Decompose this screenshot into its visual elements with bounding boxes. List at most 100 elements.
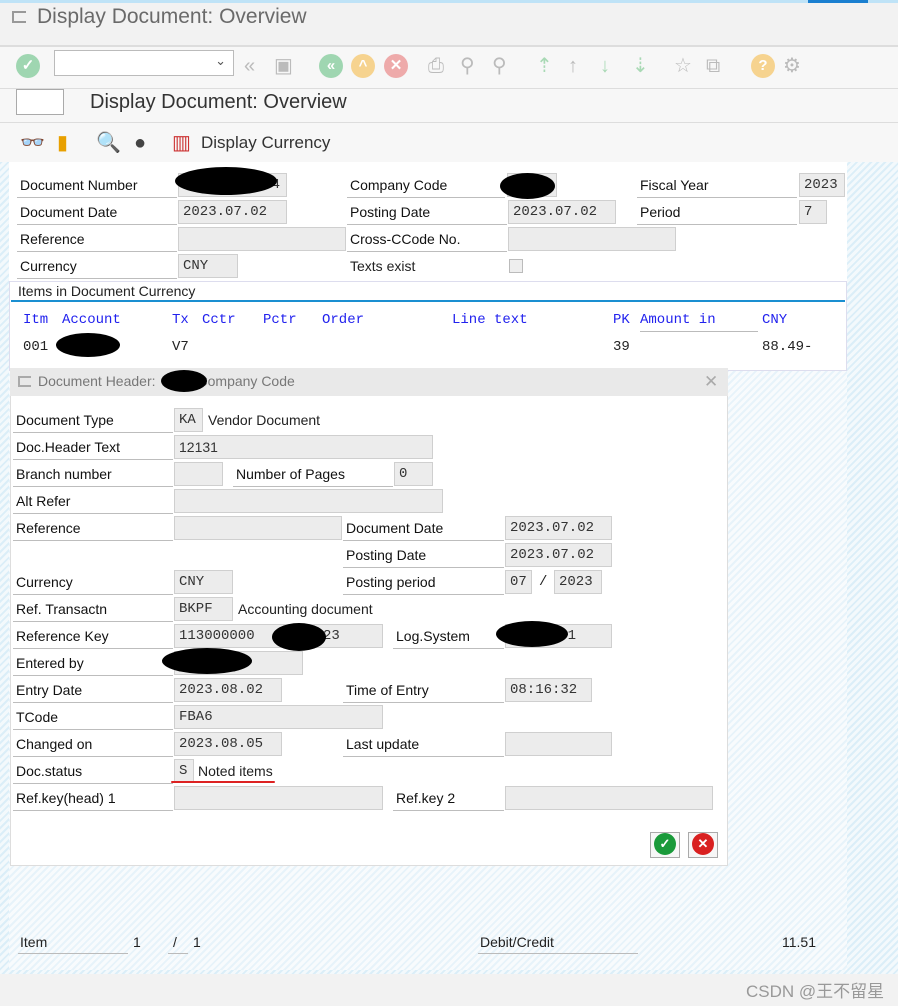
window-top-accent xyxy=(0,0,898,3)
document-overview-icon[interactable]: 🔍 xyxy=(96,131,121,155)
column-order[interactable]: Order xyxy=(322,312,364,328)
row-amount[interactable]: 88.49- xyxy=(762,339,812,355)
posting-period-year-field[interactable]: 2023 xyxy=(554,570,602,594)
document-type-label: Document Type xyxy=(13,408,173,433)
dialog-currency-label: Currency xyxy=(13,570,173,595)
cancel-icon[interactable]: ✕ xyxy=(384,54,408,78)
alt-refer-field[interactable] xyxy=(174,489,443,513)
texts-exist-label: Texts exist xyxy=(350,258,416,274)
display-change-icon[interactable]: 👓 xyxy=(20,131,45,155)
ref-key2-field[interactable] xyxy=(505,786,713,810)
confirm-button[interactable]: ✓ xyxy=(650,832,680,858)
alt-refer-label: Alt Refer xyxy=(13,489,173,514)
screen-title: Display Document: Overview xyxy=(90,91,347,113)
document-type-field[interactable]: KA xyxy=(174,408,203,432)
find-icon[interactable]: ⚲ xyxy=(460,54,475,78)
fiscal-year-field[interactable]: 2023 xyxy=(799,173,845,197)
branch-number-label: Branch number xyxy=(13,462,173,487)
redaction xyxy=(272,623,326,651)
texts-exist-checkbox[interactable] xyxy=(509,259,523,273)
number-of-pages-label: Number of Pages xyxy=(233,462,393,487)
other-document-icon[interactable]: ▮ xyxy=(57,131,68,155)
column-itm[interactable]: Itm xyxy=(23,312,48,328)
chevron-down-icon[interactable]: ⌄ xyxy=(215,53,226,69)
cancel-button[interactable]: ✕ xyxy=(688,832,718,858)
reference-field[interactable] xyxy=(174,516,342,540)
posting-date-field[interactable]: 2023.07.02 xyxy=(508,200,616,224)
changed-on-field[interactable]: 2023.08.05 xyxy=(174,732,282,756)
print-icon[interactable]: ⎙ xyxy=(428,54,444,78)
posting-date-label: Posting Date xyxy=(347,200,507,225)
exit-icon[interactable]: ^ xyxy=(351,54,375,78)
time-of-entry-field[interactable]: 08:16:32 xyxy=(505,678,592,702)
display-currency-button[interactable]: Display Currency xyxy=(201,133,330,153)
dialog-menu-icon[interactable] xyxy=(18,376,31,387)
column-cctr[interactable]: Cctr xyxy=(202,312,236,328)
command-field[interactable]: ⌄ xyxy=(54,50,234,76)
column-account[interactable]: Account xyxy=(62,312,121,328)
dialog-currency-field[interactable]: CNY xyxy=(174,570,233,594)
redaction xyxy=(161,370,207,392)
reference-key-start: 113000000 xyxy=(179,628,255,644)
row-pk[interactable]: 39 xyxy=(613,339,630,355)
ref-transactn-text: Accounting document xyxy=(238,601,373,617)
debit-credit-label: Debit/Credit xyxy=(478,930,638,954)
ref-key2-label: Ref.key 2 xyxy=(393,786,504,811)
branch-number-field[interactable] xyxy=(174,462,223,486)
row-tx[interactable]: V7 xyxy=(172,339,189,355)
dialog-document-date-field[interactable]: 2023.07.02 xyxy=(505,516,612,540)
highlight-underline xyxy=(171,781,275,783)
back-green-icon[interactable]: « xyxy=(319,54,343,78)
reference-field[interactable] xyxy=(178,227,346,251)
ref-key-head1-field[interactable] xyxy=(174,786,383,810)
last-page-icon[interactable]: ⇣ xyxy=(632,54,649,78)
enter-icon[interactable]: ✓ xyxy=(16,54,40,78)
entered-by-label: Entered by xyxy=(13,651,173,676)
find-next-icon[interactable]: ⚲ xyxy=(492,54,507,78)
row-itm[interactable]: 001 xyxy=(23,339,48,355)
posting-period-month-field[interactable]: 07 xyxy=(505,570,532,594)
period-field[interactable]: 7 xyxy=(799,200,827,224)
dialog-posting-date-label: Posting Date xyxy=(343,543,504,568)
save-icon[interactable]: ▣ xyxy=(274,54,293,78)
hat-icon[interactable]: ● xyxy=(134,131,146,155)
cross-ccode-field[interactable] xyxy=(508,227,676,251)
reference-label: Reference xyxy=(17,227,177,252)
doc-header-text-field[interactable]: 12131 xyxy=(174,435,433,459)
item-separator: / xyxy=(168,930,188,954)
shortcut-icon[interactable]: ⧉ xyxy=(706,54,720,78)
previous-page-icon[interactable]: ↑ xyxy=(568,54,578,78)
doc-status-field[interactable]: S xyxy=(174,759,194,783)
reference-label: Reference xyxy=(13,516,173,541)
column-pk[interactable]: PK xyxy=(613,312,630,328)
tcode-field[interactable]: FBA6 xyxy=(174,705,383,729)
ref-transactn-label: Ref. Transactn xyxy=(13,597,173,622)
back-icon[interactable]: « xyxy=(244,54,255,78)
settings-icon[interactable]: ⚙ xyxy=(783,54,801,78)
next-page-icon[interactable]: ↓ xyxy=(600,54,610,78)
changed-on-label: Changed on xyxy=(13,732,173,757)
display-currency-icon[interactable]: ▥ xyxy=(172,131,191,155)
column-currency[interactable]: CNY xyxy=(762,312,787,328)
number-of-pages-field[interactable]: 0 xyxy=(394,462,433,486)
redaction xyxy=(162,648,252,674)
close-icon[interactable]: ✕ xyxy=(704,372,718,392)
item-label: Item xyxy=(18,930,128,954)
column-line-text[interactable]: Line text xyxy=(452,312,528,328)
column-amount[interactable]: Amount in xyxy=(640,312,758,332)
entry-date-field[interactable]: 2023.08.02 xyxy=(174,678,282,702)
currency-field[interactable]: CNY xyxy=(178,254,238,278)
dialog-posting-date-field[interactable]: 2023.07.02 xyxy=(505,543,612,567)
window-menu-icon[interactable] xyxy=(12,11,26,23)
first-page-icon[interactable]: ⇡ xyxy=(536,54,553,78)
column-pctr[interactable]: Pctr xyxy=(263,312,297,328)
screen-menu-button[interactable] xyxy=(16,89,64,115)
help-icon[interactable]: ? xyxy=(751,54,775,78)
column-tx[interactable]: Tx xyxy=(172,312,189,328)
ref-transactn-field[interactable]: BKPF xyxy=(174,597,233,621)
new-session-icon[interactable]: ☆ xyxy=(674,54,692,78)
document-date-field[interactable]: 2023.07.02 xyxy=(178,200,287,224)
posting-period-label: Posting period xyxy=(343,570,504,595)
cross-ccode-label: Cross-CCode No. xyxy=(347,227,507,252)
last-update-field[interactable] xyxy=(505,732,612,756)
